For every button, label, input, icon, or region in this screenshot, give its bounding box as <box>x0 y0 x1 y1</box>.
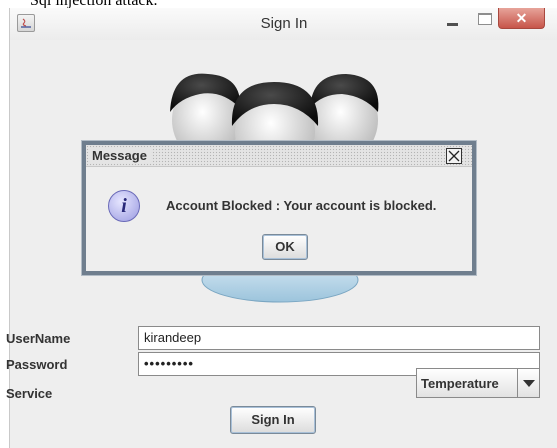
dialog-title: Message <box>90 148 151 163</box>
username-field[interactable]: kirandeep <box>138 326 540 350</box>
message-dialog: Message i Account Blocked : Your account… <box>82 141 476 275</box>
service-label: Service <box>6 386 53 401</box>
page-caption: Sql injection attack. <box>30 0 250 8</box>
maximize-button[interactable] <box>478 13 492 25</box>
dialog-titlebar: Message <box>86 145 472 167</box>
service-selected-value: Temperature <box>421 376 499 391</box>
username-label: UserName <box>6 331 71 346</box>
sign-in-button[interactable]: Sign In <box>230 406 316 434</box>
chevron-down-icon[interactable] <box>517 369 539 397</box>
dialog-message: Account Blocked : Your account is blocke… <box>166 198 437 213</box>
service-select[interactable]: Temperature <box>416 368 540 398</box>
window-titlebar: Sign In ✕ <box>10 8 557 40</box>
close-button[interactable]: ✕ <box>498 8 545 29</box>
close-icon <box>448 150 460 162</box>
info-icon: i <box>108 190 140 222</box>
password-label: Password <box>6 357 68 372</box>
minimize-button[interactable] <box>446 17 460 31</box>
dialog-close-button[interactable] <box>446 148 462 164</box>
ok-button[interactable]: OK <box>262 234 308 260</box>
window-title: Sign In <box>260 15 308 32</box>
